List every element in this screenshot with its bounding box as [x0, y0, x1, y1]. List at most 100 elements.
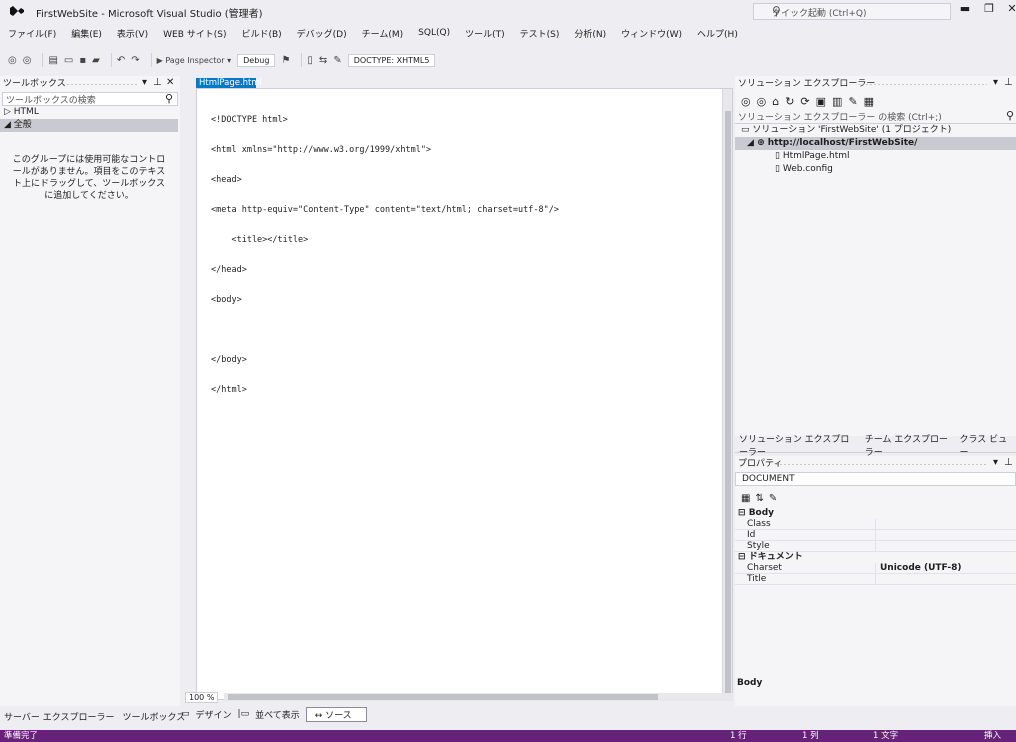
property-row[interactable]: Style: [735, 541, 1016, 552]
tree-item-file[interactable]: ▯ Web.config: [735, 163, 1016, 176]
toolbox-search-input[interactable]: ツールボックスの検索 ⚲: [2, 92, 178, 106]
property-value[interactable]: [875, 574, 1016, 584]
categorized-icon[interactable]: ▦: [741, 493, 750, 504]
forward-icon[interactable]: ◎: [23, 55, 32, 66]
tab-team-explorer[interactable]: チーム エクスプローラー: [865, 432, 952, 458]
new-project-icon[interactable]: ▤: [48, 55, 57, 66]
show-all-files-icon[interactable]: ▥: [832, 95, 842, 108]
separator: [301, 53, 303, 67]
doctype-dropdown[interactable]: DOCTYPE: XHTML5: [347, 53, 436, 67]
close-button[interactable]: ✕: [1004, 2, 1016, 15]
back-icon[interactable]: ◎: [8, 55, 17, 66]
source-view-tab[interactable]: ↔ ソース: [305, 706, 367, 722]
property-row[interactable]: Title: [735, 574, 1016, 585]
property-value[interactable]: [875, 519, 1016, 529]
solution-search-placeholder: ソリューション エクスプローラー の検索 (Ctrl+;): [738, 113, 942, 123]
solution-explorer-panel: ソリューション エクスプローラー ▾ ⊥ ◎ ◎ ⌂ ↻ ⟳ ▣ ▥ ✎ ▦ ソ…: [735, 76, 1016, 436]
property-row[interactable]: Id: [735, 530, 1016, 541]
menu-file[interactable]: ファイル(F): [8, 27, 56, 40]
property-pages-icon[interactable]: ✎: [769, 493, 777, 504]
property-group[interactable]: ⊟ Body: [735, 508, 1016, 519]
properties-icon[interactable]: ✎: [848, 95, 857, 108]
close-icon[interactable]: ✕: [166, 77, 174, 88]
property-value[interactable]: Unicode (UTF-8): [875, 563, 1016, 573]
tree-item-project[interactable]: ◢ ⊕ http://localhost/FirstWebSite/: [735, 137, 1016, 150]
config-file-icon: ▯: [775, 164, 783, 174]
scrollbar-thumb[interactable]: [228, 694, 659, 700]
pin-icon[interactable]: ⊥: [1004, 77, 1013, 88]
code-line: </body>: [211, 355, 247, 365]
code-lines[interactable]: <!DOCTYPE html> <html xmlns="http://www.…: [211, 95, 559, 415]
property-value[interactable]: [875, 541, 1016, 551]
document-icon[interactable]: ▯: [307, 55, 313, 66]
quick-launch-input[interactable]: クイック起動 (Ctrl+Q) ⚲: [753, 3, 951, 20]
menu-window[interactable]: ウィンドウ(W): [621, 27, 682, 40]
undo-icon[interactable]: ↶: [117, 55, 125, 66]
tab-class-view[interactable]: クラス ビュー: [959, 432, 1008, 458]
menu-debug[interactable]: デバッグ(D): [297, 27, 347, 40]
collapse-icon[interactable]: ▣: [816, 95, 826, 108]
pin-icon[interactable]: ⊥: [153, 77, 162, 88]
visual-studio-logo-icon: [10, 6, 24, 16]
code-line: <body>: [211, 295, 242, 305]
menu-test[interactable]: テスト(S): [520, 27, 560, 40]
menu-view[interactable]: 表示(V): [117, 27, 148, 40]
property-value[interactable]: [875, 530, 1016, 540]
vertical-scrollbar[interactable]: [722, 89, 732, 699]
alphabetical-icon[interactable]: ⇅: [755, 493, 763, 504]
home-icon[interactable]: ⌂: [772, 95, 779, 108]
menu-team[interactable]: チーム(M): [362, 27, 404, 40]
minimize-button[interactable]: ▬: [957, 2, 973, 15]
property-row[interactable]: Class: [735, 519, 1016, 530]
properties-panel: プロパティ ▾ ⊥ DOCUMENT ▦ ⇅ ✎ ⊟ Body Class Id…: [735, 456, 1016, 706]
menu-help[interactable]: ヘルプ(H): [697, 27, 738, 40]
status-column: 1 列: [802, 731, 819, 741]
tree-item-file[interactable]: ▯ HtmlPage.html: [735, 150, 1016, 163]
forward-icon[interactable]: ◎: [757, 95, 767, 108]
dropdown-icon[interactable]: ▾: [142, 77, 147, 88]
format-icon[interactable]: ✎: [333, 55, 341, 66]
code-editor[interactable]: <!DOCTYPE html> <html xmlns="http://www.…: [196, 88, 733, 700]
header-grip: [857, 83, 987, 86]
menu-website[interactable]: WEB サイト(S): [163, 27, 226, 40]
refresh-icon[interactable]: ⟳: [800, 95, 809, 108]
pin-icon[interactable]: ⊥: [1004, 457, 1013, 468]
tree-item-solution[interactable]: ▭ ソリューション 'FirstWebSite' (1 プロジェクト): [735, 124, 1016, 137]
scrollbar-thumb[interactable]: [725, 111, 731, 693]
menu-edit[interactable]: 編集(E): [71, 27, 102, 40]
horizontal-scrollbar[interactable]: [224, 693, 733, 701]
dropdown-icon[interactable]: ▾: [993, 77, 998, 88]
save-all-icon[interactable]: ▰: [92, 55, 100, 66]
redo-icon[interactable]: ↷: [131, 55, 139, 66]
menu-sql[interactable]: SQL(Q): [418, 28, 450, 38]
property-name: Title: [747, 574, 767, 584]
property-group[interactable]: ⊟ ドキュメント: [735, 552, 1016, 563]
tree-item-label: HtmlPage.html: [782, 151, 850, 161]
toolbox-group-general[interactable]: ◢ 全般: [0, 119, 178, 132]
split-view-tab[interactable]: 並べて表示: [255, 708, 300, 721]
open-file-icon[interactable]: ▭: [64, 55, 73, 66]
tab-solution-explorer[interactable]: ソリューション エクスプローラー: [739, 432, 857, 458]
dropdown-icon[interactable]: ▾: [993, 457, 998, 468]
tab-toolbox[interactable]: ツールボックス: [123, 710, 186, 723]
expand-icon[interactable]: ◢: [747, 138, 757, 148]
configuration-dropdown[interactable]: Debug: [237, 53, 276, 67]
browser-link-icon[interactable]: ⚑: [281, 55, 290, 66]
zoom-dropdown[interactable]: 100 %: [185, 691, 219, 703]
save-icon[interactable]: ▪: [79, 55, 86, 66]
tab-server-explorer[interactable]: サーバー エクスプローラー: [4, 710, 115, 723]
solution-explorer-search-input[interactable]: ソリューション エクスプローラー の検索 (Ctrl+;) ⚲: [735, 109, 1016, 124]
back-icon[interactable]: ◎: [741, 95, 751, 108]
toolbox-group-html[interactable]: ▷ HTML: [0, 106, 180, 119]
preview-icon[interactable]: ▦: [864, 95, 874, 108]
menu-analyze[interactable]: 分析(N): [574, 27, 606, 40]
menu-build[interactable]: ビルド(B): [241, 27, 281, 40]
object-selector[interactable]: DOCUMENT: [735, 472, 1016, 486]
run-page-inspector-button[interactable]: ▶ Page Inspector ▾: [157, 56, 231, 65]
refresh-icon[interactable]: ⇆: [319, 55, 327, 66]
maximize-button[interactable]: ❐: [981, 2, 997, 15]
property-row[interactable]: Charset Unicode (UTF-8): [735, 563, 1016, 574]
design-view-tab[interactable]: デザイン: [196, 708, 232, 721]
history-icon[interactable]: ↻: [785, 95, 794, 108]
menu-tools[interactable]: ツール(T): [465, 27, 505, 40]
